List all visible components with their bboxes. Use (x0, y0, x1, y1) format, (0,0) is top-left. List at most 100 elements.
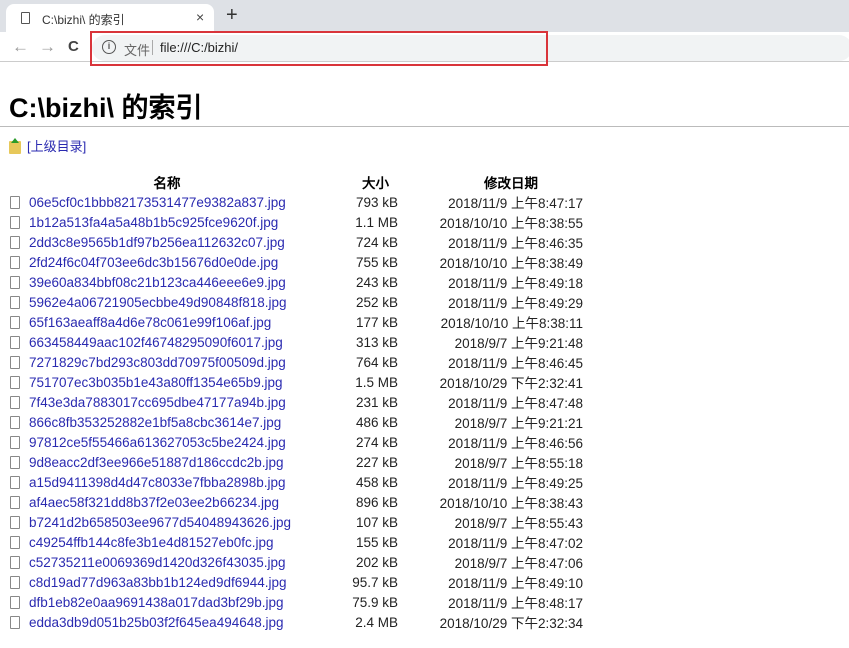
file-size: 155 kB (355, 534, 398, 550)
table-row: 97812ce5f55466a613627053c5be2424.jpg 274 … (8, 432, 583, 452)
file-link[interactable]: 2fd24f6c04f703ee6dc3b15676d0e0de.jpg (29, 255, 278, 270)
file-link[interactable]: 5962e4a06721905ecbbe49d90848f818.jpg (29, 295, 287, 310)
file-link[interactable]: 2dd3c8e9565b1df97b256ea112632c07.jpg (29, 235, 285, 250)
file-name-cell: 1b12a513fa4a5a48b1b5c925fce9620f.jpg (8, 212, 326, 232)
file-size: 95.7 kB (352, 574, 398, 590)
tab-title: C:\bizhi\ 的索引 (42, 13, 125, 27)
page-icon (21, 12, 30, 24)
file-name-cell: 39e60a834bbf08c21b123ca446eee6e9.jpg (8, 272, 326, 292)
file-icon (10, 475, 20, 489)
file-name-cell: c52735211e0069369d1420d326f43035.jpg (8, 552, 326, 572)
file-date: 2018/10/10 上午8:38:55 (439, 216, 583, 231)
file-name-cell: 7f43e3da7883017cc695dbe47177a94b.jpg (8, 392, 326, 412)
file-link[interactable]: b7241d2b658503ee9677d54048943626.jpg (29, 515, 291, 530)
file-link[interactable]: af4aec58f321dd8b37f2e03ee2b66234.jpg (29, 495, 279, 510)
table-row: c49254ffb144c8fe3b1e4d81527eb0fc.jpg 155 … (8, 532, 583, 552)
file-icon (10, 535, 20, 549)
file-icon (10, 495, 20, 509)
file-date: 2018/11/9 上午8:46:56 (448, 436, 583, 451)
file-size: 313 kB (355, 334, 398, 350)
table-row: dfb1eb82e0aa9691438a017dad3bf29b.jpg 75.9… (8, 592, 583, 612)
table-row: edda3db9d051b25b03f2f645ea494648.jpg 2.4 … (8, 612, 583, 632)
file-icon (10, 315, 20, 329)
file-date: 2018/10/29 下午2:32:34 (439, 616, 583, 631)
file-size: 177 kB (355, 314, 398, 330)
file-date: 2018/11/9 上午8:46:45 (448, 356, 583, 371)
column-header-size[interactable]: 大小 (326, 172, 398, 192)
file-link[interactable]: 7f43e3da7883017cc695dbe47177a94b.jpg (29, 395, 286, 410)
file-icon (10, 395, 20, 409)
folder-up-icon (9, 138, 21, 155)
file-size: 793 kB (355, 194, 398, 210)
file-link[interactable]: c49254ffb144c8fe3b1e4d81527eb0fc.jpg (29, 535, 273, 550)
column-header-name[interactable]: 名称 (8, 172, 326, 192)
file-name-cell: 751707ec3b035b1e43a80ff1354e65b9.jpg (8, 372, 326, 392)
file-icon (10, 375, 20, 389)
file-link[interactable]: c52735211e0069369d1420d326f43035.jpg (29, 555, 286, 570)
back-button[interactable]: ← (12, 37, 29, 57)
file-icon (10, 215, 20, 229)
file-date: 2018/10/29 下午2:32:41 (439, 376, 583, 391)
file-date: 2018/10/10 上午8:38:43 (439, 496, 583, 511)
highlight-box (90, 31, 548, 66)
forward-button[interactable]: → (39, 37, 56, 57)
reload-button[interactable]: C (68, 38, 79, 55)
column-header-date[interactable]: 修改日期 (398, 172, 583, 192)
file-size: 243 kB (355, 274, 398, 290)
file-size: 458 kB (355, 474, 398, 490)
file-date: 2018/9/7 上午8:55:18 (454, 456, 583, 471)
file-name-cell: 663458449aac102f46748295090f6017.jpg (8, 332, 326, 352)
file-link[interactable]: edda3db9d051b25b03f2f645ea494648.jpg (29, 615, 284, 630)
file-link[interactable]: a15d9411398d4d47c8033e7fbba2898b.jpg (29, 475, 286, 490)
table-row: 5962e4a06721905ecbbe49d90848f818.jpg 252 … (8, 292, 583, 312)
file-size: 202 kB (355, 554, 398, 570)
file-name-cell: c8d19ad77d963a83bb1b124ed9df6944.jpg (8, 572, 326, 592)
new-tab-button[interactable]: + (226, 4, 238, 27)
file-icon (10, 515, 20, 529)
parent-directory[interactable]: [上级目录] (9, 136, 86, 155)
tab-close-icon[interactable]: × (196, 9, 204, 25)
table-row: 2dd3c8e9565b1df97b256ea112632c07.jpg 724 … (8, 232, 583, 252)
file-link[interactable]: c8d19ad77d963a83bb1b124ed9df6944.jpg (29, 575, 287, 590)
file-date: 2018/11/9 上午8:49:18 (448, 276, 583, 291)
file-icon (10, 435, 20, 449)
file-name-cell: 7271829c7bd293c803dd70975f00509d.jpg (8, 352, 326, 372)
divider (0, 126, 849, 127)
file-link[interactable]: 751707ec3b035b1e43a80ff1354e65b9.jpg (29, 375, 283, 390)
file-link[interactable]: 06e5cf0c1bbb82173531477e9382a837.jpg (29, 195, 286, 210)
file-date: 2018/9/7 上午9:21:21 (454, 416, 583, 431)
parent-directory-link[interactable]: [上级目录] (27, 139, 86, 154)
table-row: c8d19ad77d963a83bb1b124ed9df6944.jpg 95.7… (8, 572, 583, 592)
file-icon (10, 555, 20, 569)
file-icon (10, 615, 20, 629)
file-link[interactable]: 1b12a513fa4a5a48b1b5c925fce9620f.jpg (29, 215, 278, 230)
file-date: 2018/11/9 上午8:47:48 (448, 396, 583, 411)
file-link[interactable]: dfb1eb82e0aa9691438a017dad3bf29b.jpg (29, 595, 284, 610)
file-name-cell: c49254ffb144c8fe3b1e4d81527eb0fc.jpg (8, 532, 326, 552)
file-link[interactable]: 9d8eacc2df3ee966e51887d186ccdc2b.jpg (29, 455, 283, 470)
table-row: 866c8fb353252882e1bf5a8cbc3614e7.jpg 486 … (8, 412, 583, 432)
table-row: 2fd24f6c04f703ee6dc3b15676d0e0de.jpg 755 … (8, 252, 583, 272)
file-size: 274 kB (355, 434, 398, 450)
file-size: 724 kB (355, 234, 398, 250)
file-date: 2018/10/10 上午8:38:11 (440, 316, 583, 331)
file-name-cell: 06e5cf0c1bbb82173531477e9382a837.jpg (8, 192, 326, 212)
file-table: 名称 大小 修改日期 06e5cf0c1bbb82173531477e9382a… (8, 172, 583, 632)
file-icon (10, 195, 20, 209)
file-size: 1.5 MB (355, 374, 398, 390)
file-link[interactable]: 65f163aeaff8a4d6e78c061e99f106af.jpg (29, 315, 271, 330)
file-link[interactable]: 97812ce5f55466a613627053c5be2424.jpg (29, 435, 286, 450)
file-date: 2018/11/9 上午8:49:25 (448, 476, 583, 491)
file-date: 2018/9/7 上午8:55:43 (454, 516, 583, 531)
table-row: 39e60a834bbf08c21b123ca446eee6e9.jpg 243 … (8, 272, 583, 292)
file-link[interactable]: 39e60a834bbf08c21b123ca446eee6e9.jpg (29, 275, 286, 290)
file-date: 2018/10/10 上午8:38:49 (439, 256, 583, 271)
file-size: 231 kB (355, 394, 398, 410)
file-size: 1.1 MB (355, 214, 398, 230)
tab-active[interactable]: C:\bizhi\ 的索引 × (6, 4, 214, 32)
file-link[interactable]: 663458449aac102f46748295090f6017.jpg (29, 335, 283, 350)
file-link[interactable]: 866c8fb353252882e1bf5a8cbc3614e7.jpg (29, 415, 281, 430)
file-size: 227 kB (355, 454, 398, 470)
file-link[interactable]: 7271829c7bd293c803dd70975f00509d.jpg (29, 355, 286, 370)
file-name-cell: 2fd24f6c04f703ee6dc3b15676d0e0de.jpg (8, 252, 326, 272)
